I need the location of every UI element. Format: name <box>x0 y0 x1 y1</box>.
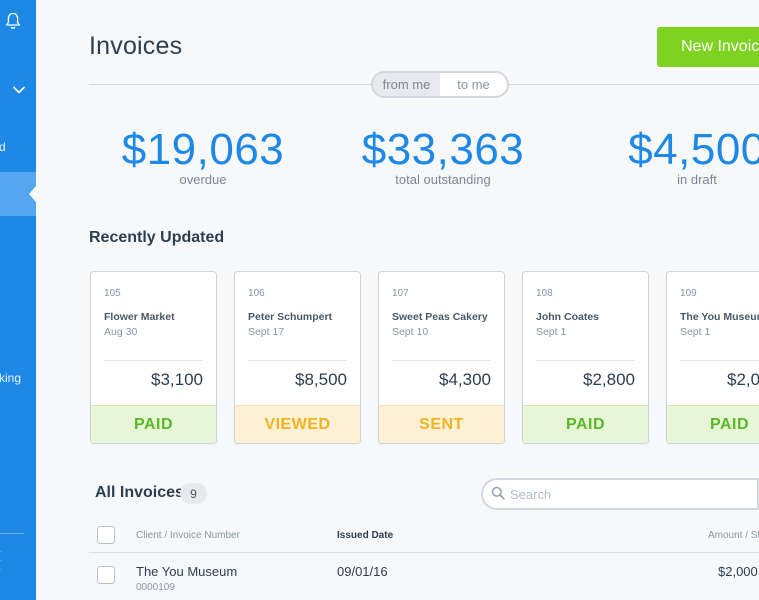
stat-total-outstanding[interactable]: $33,363 total outstanding <box>352 125 534 187</box>
invoice-client: Sweet Peas Cakery <box>392 311 488 323</box>
invoice-count-badge: 9 <box>180 483 207 504</box>
header-divider <box>89 84 372 85</box>
invoice-card[interactable]: 109 The You Museum Sept 1 $2,000 PAID <box>666 271 759 444</box>
new-invoice-button[interactable]: New Invoice <box>657 27 759 67</box>
invoice-client: John Coates <box>536 311 600 323</box>
sidebar-footer-text: · · · <box>0 549 2 573</box>
invoice-date: Sept 1 <box>536 326 567 338</box>
invoice-number: 109 <box>680 288 697 299</box>
invoice-date: Aug 30 <box>104 326 138 338</box>
column-header-amount[interactable]: Amount / Status <box>708 530 759 541</box>
stat-amount: $19,063 <box>121 125 285 174</box>
status-badge: PAID <box>91 405 216 443</box>
toggle-to-me[interactable]: to me <box>440 73 507 96</box>
all-invoices-title: All Invoices <box>95 484 184 501</box>
invoice-number: 108 <box>536 288 553 299</box>
toggle-from-me[interactable]: from me <box>373 73 440 96</box>
invoice-number: 107 <box>392 288 409 299</box>
row-invoice-number: 0000109 <box>136 582 175 593</box>
status-badge: PAID <box>523 405 648 443</box>
invoice-amount: $8,500 <box>295 370 347 389</box>
header-divider <box>508 84 759 85</box>
invoice-card[interactable]: 105 Flower Market Aug 30 $3,100 PAID <box>90 271 217 444</box>
search-input[interactable] <box>510 484 750 504</box>
card-divider <box>392 360 491 361</box>
card-divider <box>680 360 759 361</box>
invoice-amount: $4,300 <box>439 370 491 389</box>
column-header-issued-date[interactable]: Issued Date <box>337 530 393 541</box>
status-badge: PAID <box>667 405 759 443</box>
select-all-checkbox[interactable] <box>97 526 115 544</box>
invoice-date: Sept 17 <box>248 326 285 338</box>
invoice-client: The You Museum <box>680 311 759 323</box>
invoice-date: Sept 10 <box>392 326 429 338</box>
recently-updated-title: Recently Updated <box>89 229 225 246</box>
chevron-down-icon[interactable] <box>12 84 26 96</box>
direction-toggle[interactable]: from me to me <box>371 71 509 98</box>
stat-amount: $4,500 <box>628 125 759 174</box>
invoice-amount: $2,800 <box>583 370 635 389</box>
status-badge: VIEWED <box>235 405 360 443</box>
invoice-date: Sept 1 <box>680 326 711 338</box>
stat-overdue[interactable]: $19,063 overdue <box>112 125 294 187</box>
stat-amount: $33,363 <box>361 125 525 174</box>
row-issued-date: 09/01/16 <box>337 564 388 579</box>
card-divider <box>248 360 347 361</box>
column-header-client[interactable]: Client / Invoice Number <box>136 530 240 541</box>
row-amount: $2,000.00 <box>718 564 759 579</box>
active-pointer <box>29 186 36 202</box>
invoice-card[interactable]: 106 Peter Schumpert Sept 17 $8,500 VIEWE… <box>234 271 361 444</box>
card-divider <box>104 360 203 361</box>
row-checkbox[interactable] <box>97 566 115 584</box>
page-title: Invoices <box>89 32 183 60</box>
sidebar-divider <box>0 533 24 534</box>
stat-in-draft[interactable]: $4,500 in draft <box>606 125 759 187</box>
status-badge: SENT <box>379 405 504 443</box>
row-client[interactable]: The You Museum <box>136 564 237 579</box>
sidebar-item-label[interactable]: king <box>0 371 21 385</box>
sidebar-item-label[interactable]: d <box>0 140 6 154</box>
invoice-amount: $3,100 <box>151 370 203 389</box>
invoice-number: 106 <box>248 288 265 299</box>
table-header-divider <box>89 552 759 553</box>
invoice-number: 105 <box>104 288 121 299</box>
card-divider <box>536 360 635 361</box>
invoice-amount: $2,000 <box>727 370 759 389</box>
sidebar: d king · · · <box>0 0 36 600</box>
invoice-client: Peter Schumpert <box>248 311 333 323</box>
bell-icon[interactable] <box>5 12 21 30</box>
invoice-card[interactable]: 108 John Coates Sept 1 $2,800 PAID <box>522 271 649 444</box>
search-icon <box>491 486 505 500</box>
invoice-client: Flower Market <box>104 311 175 323</box>
invoice-card[interactable]: 107 Sweet Peas Cakery Sept 10 $4,300 SEN… <box>378 271 505 444</box>
